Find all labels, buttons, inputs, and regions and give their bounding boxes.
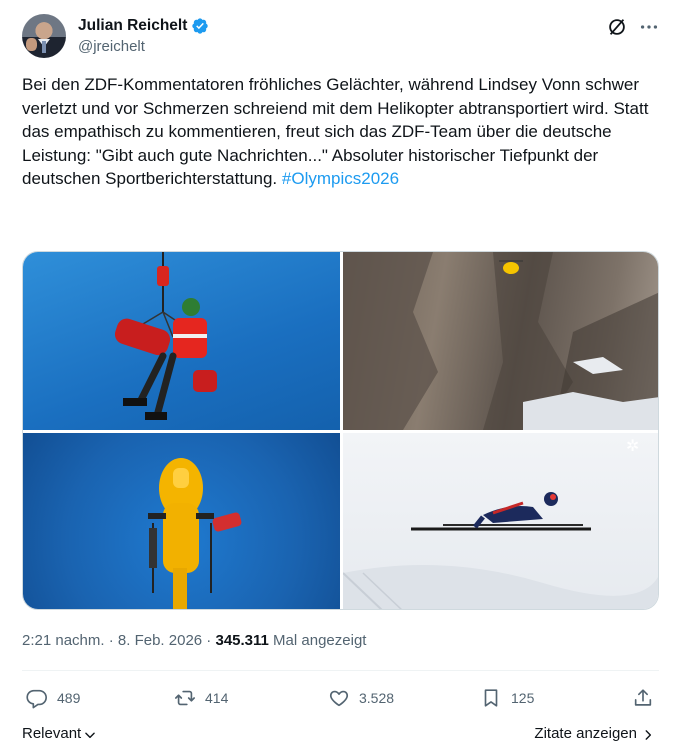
avatar[interactable] — [22, 14, 66, 58]
chevron-down-icon — [85, 732, 95, 739]
sort-dropdown[interactable]: Relevant — [22, 724, 97, 744]
photo-3[interactable] — [23, 433, 340, 609]
svg-text:✲: ✲ — [626, 436, 639, 455]
share-button[interactable] — [632, 686, 654, 710]
author-handle[interactable]: @jreichelt — [78, 37, 209, 57]
tweet-text: Bei den ZDF-Kommentatoren fröhliches Gel… — [22, 73, 662, 191]
author-display-name[interactable]: Julian Reichelt — [78, 16, 187, 36]
tweet-header: Julian Reichelt @jreichelt — [22, 14, 662, 58]
view-count: 345.311 — [215, 632, 269, 649]
chevron-right-icon — [645, 730, 652, 740]
avatar-tie — [42, 41, 46, 53]
repost-button[interactable]: 414 — [174, 686, 228, 710]
share-icon — [634, 689, 652, 706]
tweet: Julian Reichelt @jreichelt Bei den ZDF-K… — [0, 0, 680, 751]
photo-1[interactable] — [23, 252, 340, 430]
sort-label: Relevant — [22, 725, 82, 742]
tweet-date[interactable]: 8. Feb. 2026 — [118, 632, 202, 649]
author-names: Julian Reichelt @jreichelt — [78, 16, 209, 57]
photo-3-illustration — [148, 458, 242, 609]
media-grid: ✲ — [22, 251, 659, 610]
hashtag-link[interactable]: #Olympics2026 — [282, 169, 399, 188]
bookmark-icon — [484, 689, 498, 707]
repost-icon — [175, 690, 195, 706]
tweet-time[interactable]: 2:21 nachm. — [22, 632, 105, 649]
tweet-meta: 2:21 nachm. · 8. Feb. 2026 · 345.311 Mal… — [22, 631, 366, 651]
more-icon[interactable] — [638, 16, 660, 38]
photo-1-illustration — [114, 252, 217, 420]
bookmark-count: 125 — [511, 690, 535, 706]
repost-count: 414 — [205, 690, 229, 706]
grok-icon[interactable] — [606, 16, 628, 38]
reply-footer: Relevant Zitate anzeigen — [22, 724, 659, 744]
quotes-label: Zitate anzeigen — [534, 725, 637, 742]
divider — [22, 670, 659, 671]
photo-2-illustration — [343, 252, 658, 430]
reply-icon — [26, 689, 47, 709]
view-quotes-link[interactable]: Zitate anzeigen — [534, 724, 655, 744]
action-bar: 489 414 3.528 125 — [22, 686, 659, 710]
views-label: Mal angezeigt — [268, 632, 367, 649]
like-count: 3.528 — [359, 690, 395, 706]
heart-icon — [329, 690, 349, 707]
meta-separator: · — [202, 632, 216, 649]
like-button[interactable]: 3.528 — [328, 686, 394, 710]
reply-count: 489 — [57, 690, 81, 706]
photo-4[interactable]: ✲ — [343, 433, 658, 609]
reply-button[interactable]: 489 — [26, 686, 80, 710]
bookmark-button[interactable]: 125 — [480, 686, 534, 710]
verified-badge-icon[interactable] — [191, 17, 209, 35]
author-display-name-row[interactable]: Julian Reichelt — [78, 16, 209, 36]
photo-2[interactable] — [343, 252, 658, 430]
avatar-hand — [26, 38, 37, 51]
meta-separator: · — [104, 632, 118, 649]
photo-4-illustration: ✲ — [343, 436, 658, 609]
